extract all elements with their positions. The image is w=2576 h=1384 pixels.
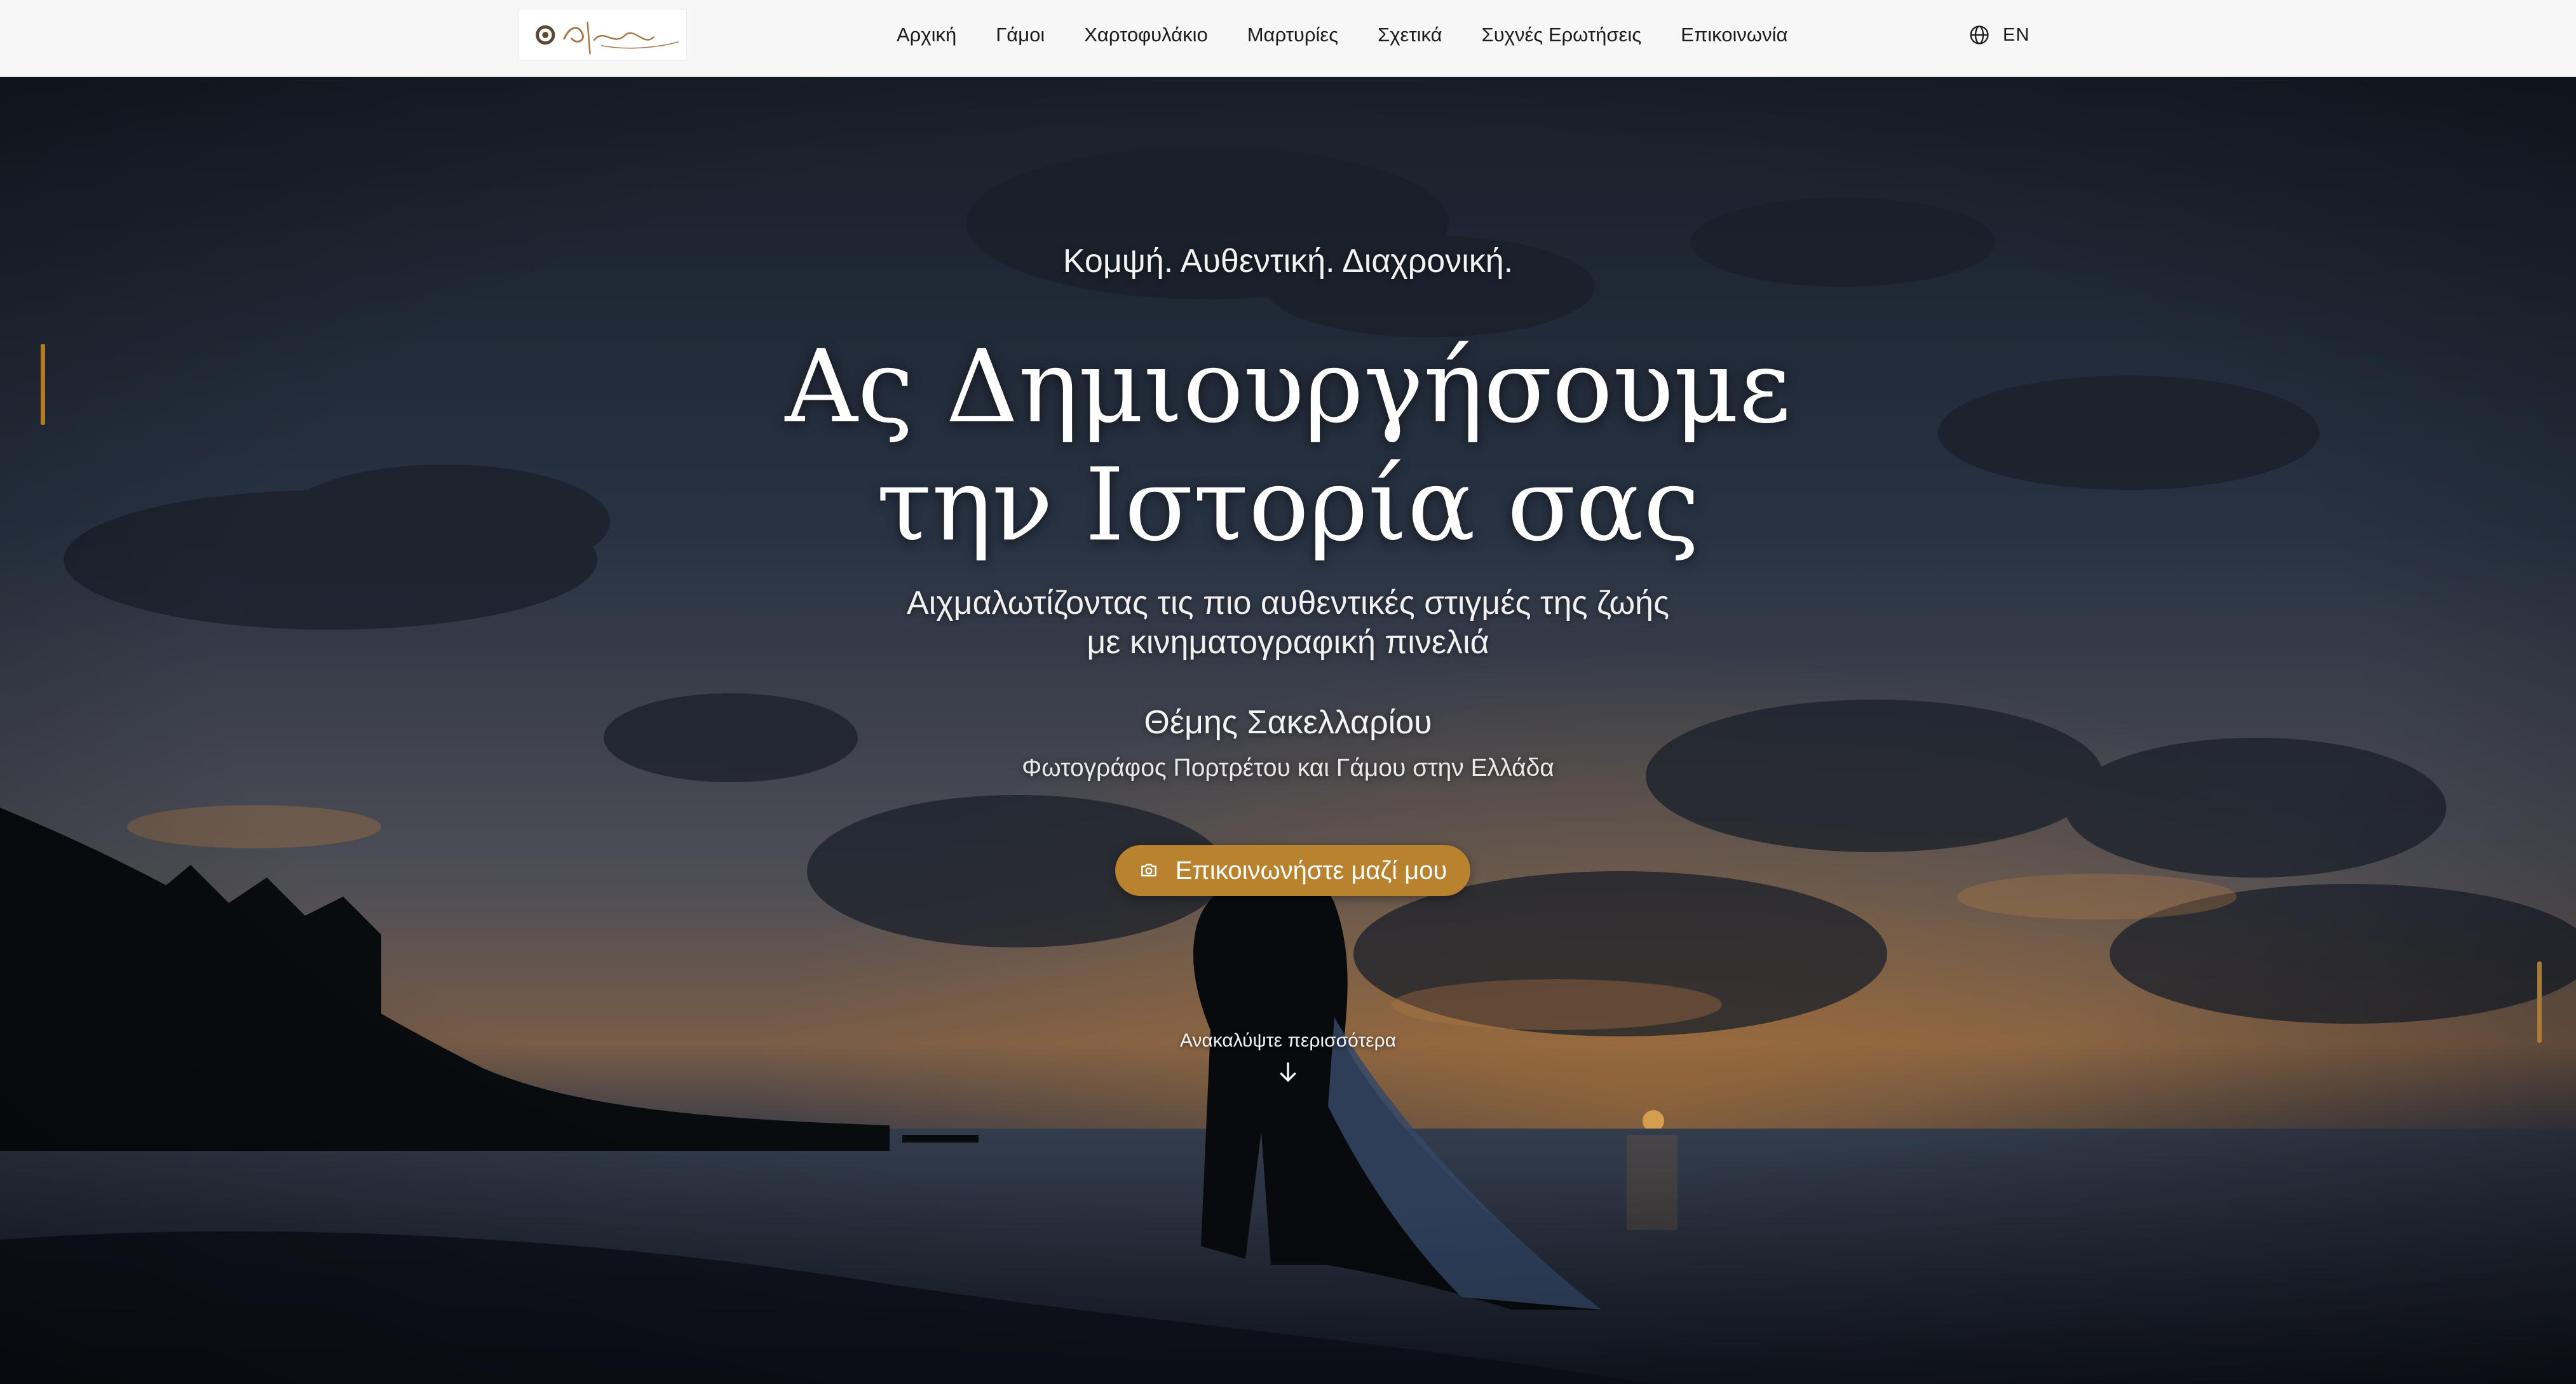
hero-headline: Ας Δημιουργήσουμε την Ιστορία σας [653, 328, 1923, 564]
nav-link-portfolio[interactable]: Χαρτοφυλάκιο [1064, 24, 1227, 46]
hero-tagline: Κομψή. Αυθεντική. Διαχρονική. [1062, 243, 1514, 280]
language-label: EN [2003, 24, 2030, 45]
hero-section: Κομψή. Αυθεντική. Διαχρονική. Ας Δημιουρ… [0, 77, 2576, 1384]
top-navbar: Αρχική Γάμοι Χαρτοφυλάκιο Μαρτυρίες Σχετ… [0, 0, 2576, 77]
site-logo[interactable] [519, 9, 687, 61]
hero-subtitle: Αιχμαλωτίζοντας τις πιο αυθεντικές στιγμ… [843, 583, 1733, 662]
nav-link-home[interactable]: Αρχική [877, 24, 976, 46]
contact-me-label: Επικοινωνήστε μαζί μου [1175, 856, 1447, 885]
slide-indicator-left[interactable] [41, 344, 45, 425]
nav-link-contact[interactable]: Επικοινωνία [1661, 24, 1807, 46]
language-switcher[interactable]: EN [1969, 0, 2030, 70]
globe-icon [1970, 25, 1989, 44]
nav-link-faq[interactable]: Συχνές Ερωτήσεις [1462, 24, 1662, 46]
nav-link-testimonials[interactable]: Μαρτυρίες [1228, 24, 1358, 46]
nav-link-weddings[interactable]: Γάμοι [976, 24, 1064, 46]
camera-icon [1141, 864, 1156, 877]
subtitle-line-1: Αιχμαλωτίζοντας τις πιο αυθεντικές στιγμ… [906, 585, 1670, 621]
discover-more-label: Ανακαλύψτε περισσότερα [1179, 1030, 1397, 1051]
photographer-name: Θέμης Σακελλαρίου [1144, 704, 1432, 741]
headline-line-1: Ας Δημιουργήσουμε [785, 329, 1791, 445]
contact-me-button[interactable]: Επικοινωνήστε μαζί μου [1115, 845, 1470, 896]
nav-link-about[interactable]: Σχετικά [1358, 24, 1461, 46]
discover-more-link[interactable]: Ανακαλύψτε περισσότερα [1097, 1030, 1479, 1085]
arrow-down-icon [1280, 1062, 1296, 1082]
logo-mark [536, 22, 679, 55]
subtitle-line-2: με κινηματογραφική πινελιά [1087, 624, 1489, 661]
main-nav: Αρχική Γάμοι Χαρτοφυλάκιο Μαρτυρίες Σχετ… [877, 0, 1807, 70]
slide-indicator-right[interactable] [2537, 961, 2542, 1043]
headline-line-2: την Ιστορία σας [876, 447, 1700, 564]
photographer-role: Φωτογράφος Πορτρέτου και Γάμου στην Ελλά… [1022, 754, 1554, 782]
